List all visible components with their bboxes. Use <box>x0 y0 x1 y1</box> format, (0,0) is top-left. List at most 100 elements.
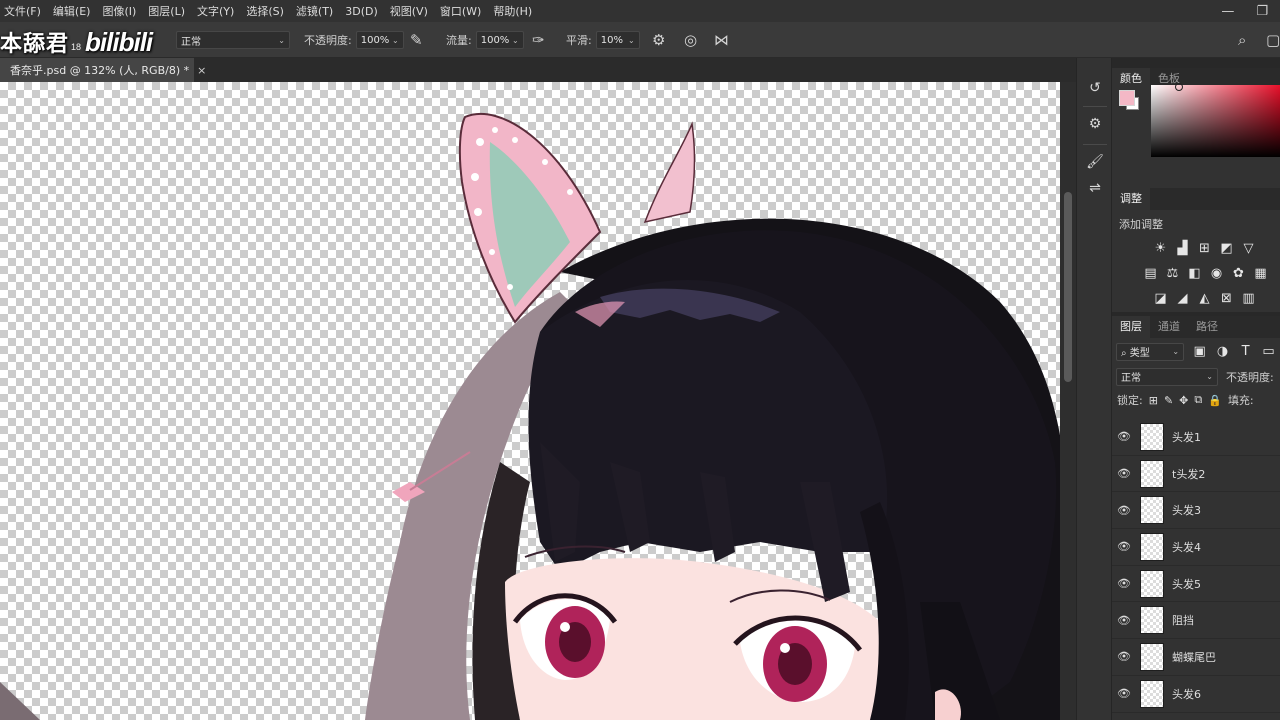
tab-adjustments[interactable]: 调整 <box>1112 188 1150 210</box>
close-icon[interactable]: × <box>197 64 206 77</box>
tab-channels[interactable]: 通道 <box>1150 316 1188 338</box>
invert-icon[interactable]: ◪ <box>1152 290 1169 307</box>
eye-icon[interactable]: 👁 <box>1112 577 1136 590</box>
color-picker-field[interactable] <box>1151 83 1280 157</box>
foreground-color-swatch[interactable] <box>1119 90 1135 106</box>
history-icon[interactable]: ↺ <box>1083 76 1107 100</box>
lock-transparent-icon[interactable]: ⊞ <box>1149 394 1158 407</box>
filter-pixel-icon[interactable]: ▣ <box>1192 343 1207 360</box>
tab-color[interactable]: 颜色 <box>1112 68 1150 90</box>
layer-thumbnail <box>1140 422 1164 451</box>
mode-dropdown[interactable]: 正常 ⌄ <box>176 31 290 49</box>
layer-blend-row: 正常 ⌄ 不透明度: <box>1112 365 1280 388</box>
posterize-icon[interactable]: ◢ <box>1174 290 1191 307</box>
vibrance-icon[interactable]: ▽ <box>1240 240 1257 257</box>
layer-name[interactable]: 蝴蝶尾巴 <box>1172 649 1216 665</box>
minimize-button[interactable]: — <box>1221 4 1234 19</box>
add-adjustment-label: 添加调整 <box>1119 218 1163 231</box>
smoothing-input[interactable]: 10% ⌄ <box>595 31 640 49</box>
opacity-input[interactable]: 100% ⌄ <box>355 31 404 49</box>
curves-icon[interactable]: ⊞ <box>1196 240 1213 257</box>
eye-icon[interactable]: 👁 <box>1112 687 1136 700</box>
menu-layer[interactable]: 图层(L) <box>142 3 191 19</box>
pressure-opacity-toggle[interactable]: ✎ <box>410 22 434 58</box>
flow-input[interactable]: 100% ⌄ <box>475 31 524 49</box>
menu-3d[interactable]: 3D(D) <box>339 5 384 18</box>
photo-filter-icon[interactable]: ◉ <box>1208 265 1225 282</box>
menu-bar: 文件(F) 编辑(E) 图像(I) 图层(L) 文字(Y) 选择(S) 滤镜(T… <box>0 0 1280 22</box>
layer-row[interactable]: 👁 头发1 <box>1112 419 1280 456</box>
black-white-icon[interactable]: ◧ <box>1186 265 1203 282</box>
tab-layers[interactable]: 图层 <box>1112 316 1150 338</box>
scrollbar-thumb[interactable] <box>1064 192 1072 382</box>
canvas-vertical-scrollbar[interactable] <box>1060 82 1076 720</box>
menu-file[interactable]: 文件(F) <box>0 3 47 19</box>
layer-name[interactable]: t头发2 <box>1172 466 1205 482</box>
adjustments-panel: 调整 添加调整 ☀ ▟ ⊞ ◩ ▽ ▤ ⚖ ◧ ◉ ✿ ▦ ◪ ◢ ◭ ⊠ ▥ <box>1112 188 1280 312</box>
threshold-icon[interactable]: ◭ <box>1196 290 1213 307</box>
eye-icon[interactable]: 👁 <box>1112 467 1136 480</box>
eye-icon[interactable]: 👁 <box>1112 504 1136 517</box>
menu-filter[interactable]: 滤镜(T) <box>290 3 339 19</box>
adjustment-sliders-icon[interactable]: ⇌ <box>1083 176 1107 200</box>
color-lookup-icon[interactable]: ▦ <box>1252 265 1269 282</box>
search-icon: ⌕ <box>1121 348 1130 359</box>
lock-all-icon[interactable]: 🔒 <box>1208 394 1222 407</box>
selective-color-icon[interactable]: ⊠ <box>1218 290 1235 307</box>
levels-icon[interactable]: ▟ <box>1174 240 1191 257</box>
menu-type[interactable]: 文字(Y) <box>191 3 240 19</box>
menu-select[interactable]: 选择(S) <box>240 3 290 19</box>
menu-help[interactable]: 帮助(H) <box>487 3 538 19</box>
gradient-map-icon[interactable]: ▥ <box>1240 290 1257 307</box>
color-balance-icon[interactable]: ⚖ <box>1164 265 1181 282</box>
layer-row[interactable]: 👁 t头发2 <box>1112 456 1280 493</box>
layer-thumbnail <box>1140 532 1164 561</box>
menu-view[interactable]: 视图(V) <box>384 3 434 19</box>
menu-window[interactable]: 窗口(W) <box>434 3 487 19</box>
properties-icon[interactable]: ⚙ <box>1083 112 1107 136</box>
layer-row[interactable]: 👁 头发4 <box>1112 529 1280 566</box>
layer-name[interactable]: 阻挡 <box>1172 612 1194 628</box>
layer-name[interactable]: 头发6 <box>1172 686 1201 702</box>
layer-row[interactable]: 👁 蝴蝶尾巴 <box>1112 639 1280 676</box>
eye-icon[interactable]: 👁 <box>1112 614 1136 627</box>
lock-pixels-icon[interactable]: ✎ <box>1164 394 1173 407</box>
menu-image[interactable]: 图像(I) <box>96 3 142 19</box>
menu-edit[interactable]: 编辑(E) <box>47 3 97 19</box>
lock-artboard-icon[interactable]: ⧉ <box>1194 393 1202 407</box>
filter-shape-icon[interactable]: ▭ <box>1261 343 1276 360</box>
canvas[interactable] <box>0 82 1060 720</box>
search-button[interactable]: ⌕ <box>1238 22 1256 58</box>
filter-adjustment-icon[interactable]: ◑ <box>1215 343 1230 360</box>
layer-name[interactable]: 头发1 <box>1172 429 1201 445</box>
filter-type-icon[interactable]: T <box>1238 343 1253 360</box>
channel-mixer-icon[interactable]: ✿ <box>1230 265 1247 282</box>
layer-row[interactable]: 👁 头发5 <box>1112 566 1280 603</box>
brush-settings-icon[interactable]: 🖌 <box>1083 150 1107 174</box>
eye-icon[interactable]: 👁 <box>1112 430 1136 443</box>
layer-name[interactable]: 头发5 <box>1172 576 1201 592</box>
eye-icon[interactable]: 👁 <box>1112 540 1136 553</box>
pressure-size-toggle[interactable]: ◎ <box>684 22 704 58</box>
blend-mode-dropdown[interactable]: 正常 ⌄ <box>1116 367 1218 386</box>
document-tab[interactable]: 香奈乎.psd @ 132% (人, RGB/8) * × <box>0 58 206 82</box>
layer-filter-dropdown[interactable]: ⌕ 类型 ⌄ <box>1116 342 1185 361</box>
tab-paths[interactable]: 路径 <box>1188 316 1226 338</box>
lock-position-icon[interactable]: ✥ <box>1179 394 1188 407</box>
workspace-button[interactable]: ▢ <box>1266 22 1280 58</box>
smoothing-settings-button[interactable]: ⚙ <box>652 22 672 58</box>
layer-name[interactable]: 头发3 <box>1172 502 1201 518</box>
airbrush-toggle[interactable]: ✑ <box>532 22 556 58</box>
artwork <box>0 112 1060 720</box>
color-picker-cursor[interactable] <box>1175 83 1183 91</box>
layer-name[interactable]: 头发4 <box>1172 539 1201 555</box>
layer-row[interactable]: 👁 头发6 <box>1112 676 1280 713</box>
hue-saturation-icon[interactable]: ▤ <box>1142 265 1159 282</box>
eye-icon[interactable]: 👁 <box>1112 650 1136 663</box>
symmetry-button[interactable]: ⋈ <box>714 22 734 58</box>
restore-button[interactable]: ❐ <box>1256 4 1268 19</box>
brightness-icon[interactable]: ☀ <box>1152 240 1169 257</box>
exposure-icon[interactable]: ◩ <box>1218 240 1235 257</box>
layer-row[interactable]: 👁 阻挡 <box>1112 602 1280 640</box>
layer-row[interactable]: 👁 头发3 <box>1112 492 1280 530</box>
